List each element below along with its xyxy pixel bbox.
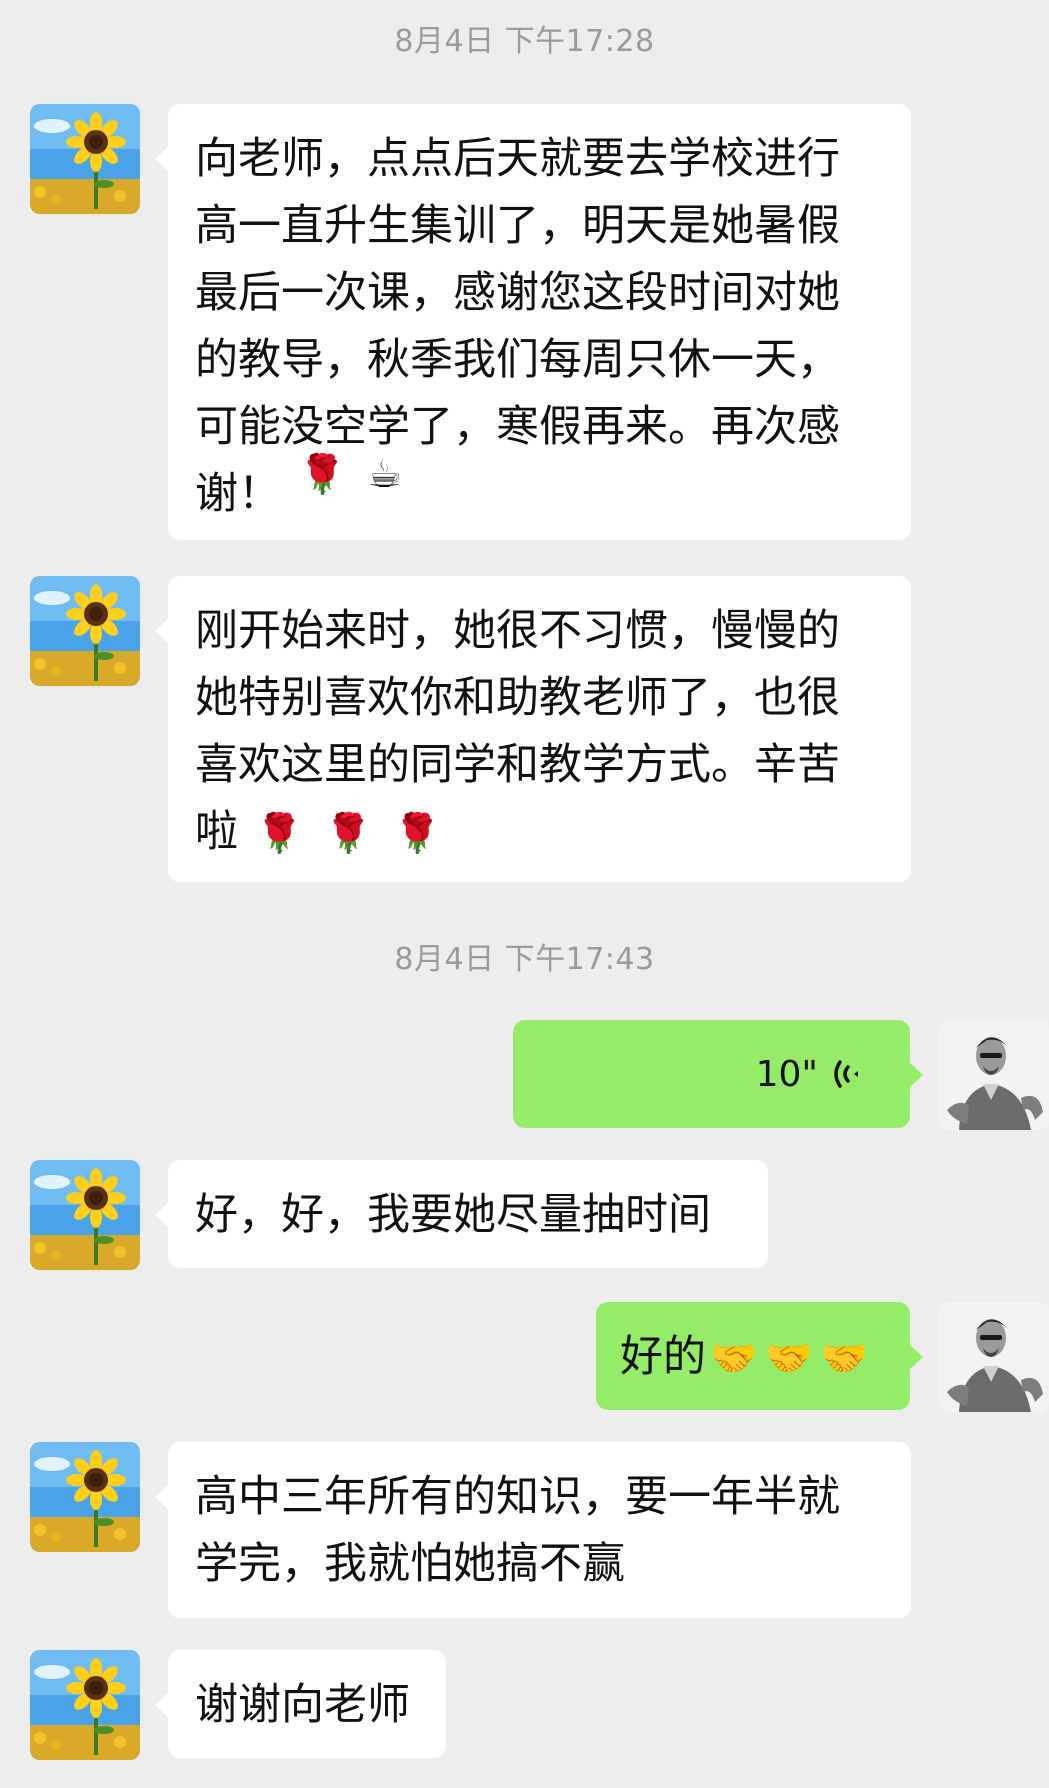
man-avatar-icon <box>939 1020 1049 1130</box>
message-row-outgoing: 好的 🤝 🤝 🤝 <box>0 1302 1049 1412</box>
message-bubble[interactable]: 高中三年所有的知识，要一年半就 学完，我就怕她搞不赢 <box>155 1442 911 1618</box>
timestamp: 8月4日 下午17:43 <box>394 942 655 977</box>
message-row-incoming: 谢谢向老师 <box>0 1650 1049 1760</box>
voice-duration: 10" <box>755 1053 818 1095</box>
rose-icon: 🌹 <box>324 811 372 855</box>
sunflower-avatar-icon <box>30 576 140 686</box>
man-avatar-icon <box>939 1302 1049 1412</box>
message-bubble[interactable]: 好的 🤝 🤝 🤝 <box>596 1302 923 1410</box>
message-text: 高中三年所有的知识，要一年半就 学完，我就怕她搞不赢 <box>195 1472 840 1589</box>
rose-icon: 🌹 <box>393 811 441 855</box>
coffee-icon: ☕ <box>367 452 402 496</box>
voice-message: 10" <box>513 1020 910 1128</box>
message-text: 谢谢向老师 <box>195 1680 410 1730</box>
message-bubble[interactable]: 刚开始来时，她很不习惯，慢慢的 她特别喜欢你和助教老师了，也很 喜欢这里的同学和… <box>155 576 911 882</box>
handshake-icon: 🤝 <box>710 1336 758 1380</box>
message-bubble[interactable]: 向老师，点点后天就要去学校进行 高一直升生集训了，明天是她暑假 最后一次课，感谢… <box>155 104 911 540</box>
contact-avatar[interactable] <box>30 576 140 686</box>
message-row-incoming: 向老师，点点后天就要去学校进行 高一直升生集训了，明天是她暑假 最后一次课，感谢… <box>0 104 1049 544</box>
message-bubble[interactable]: 谢谢向老师 <box>155 1650 446 1758</box>
handshake-icon: 🤝 <box>765 1336 813 1380</box>
my-avatar[interactable] <box>939 1020 1049 1130</box>
sunflower-avatar-icon <box>30 1650 140 1760</box>
sunflower-avatar-icon <box>30 1160 140 1270</box>
voice-wave-icon <box>834 1060 858 1088</box>
sunflower-avatar-icon <box>30 104 140 214</box>
contact-avatar[interactable] <box>30 104 140 214</box>
message-text: 好，好，我要她尽量抽时间 <box>195 1190 711 1240</box>
rose-icon: 🌹 <box>298 452 346 496</box>
message-row-incoming: 刚开始来时，她很不习惯，慢慢的 她特别喜欢你和助教老师了，也很 喜欢这里的同学和… <box>0 576 1049 886</box>
message-row-outgoing: 10" <box>0 1020 1049 1130</box>
handshake-icon: 🤝 <box>820 1336 868 1380</box>
sunflower-avatar-icon <box>30 1442 140 1552</box>
contact-avatar[interactable] <box>30 1160 140 1270</box>
my-avatar[interactable] <box>939 1302 1049 1412</box>
timestamp: 8月4日 下午17:28 <box>394 24 655 59</box>
contact-avatar[interactable] <box>30 1442 140 1552</box>
message-row-incoming: 高中三年所有的知识，要一年半就 学完，我就怕她搞不赢 <box>0 1442 1049 1622</box>
message-bubble[interactable]: 好，好，我要她尽量抽时间 <box>155 1160 768 1268</box>
message-text: 好的 <box>620 1332 706 1382</box>
rose-icon: 🌹 <box>255 811 303 855</box>
voice-message-bubble[interactable]: 10" <box>513 1020 923 1128</box>
contact-avatar[interactable] <box>30 1650 140 1760</box>
message-row-incoming: 好，好，我要她尽量抽时间 <box>0 1160 1049 1270</box>
